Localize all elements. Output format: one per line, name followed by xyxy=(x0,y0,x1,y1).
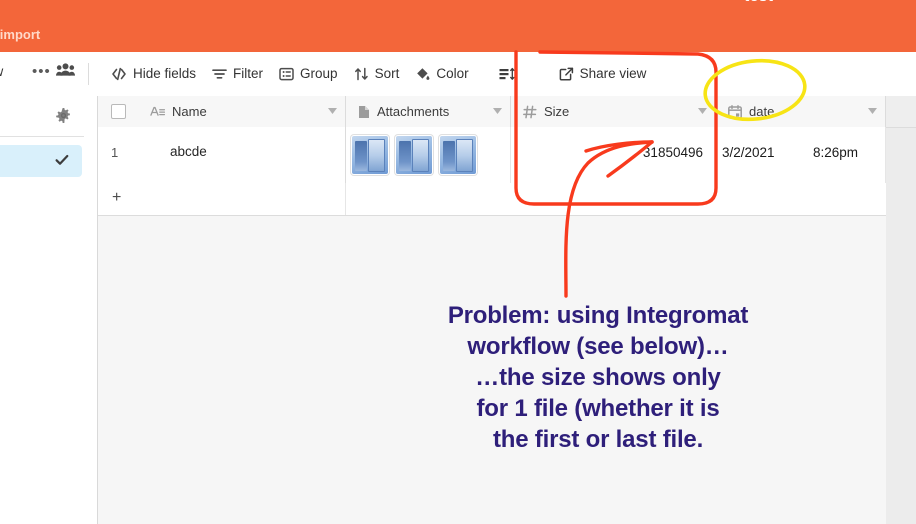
cell-size[interactable]: 31850496 xyxy=(511,127,716,183)
column-header-size-label: Size xyxy=(544,104,570,119)
toolbar-divider xyxy=(88,63,89,85)
column-header-attachments-label: Attachments xyxy=(377,104,450,119)
filter-icon xyxy=(212,67,227,81)
add-row-divider xyxy=(345,183,346,215)
annotation-line-3: …the size shows only xyxy=(475,364,721,391)
attachment-thumbnails xyxy=(351,135,477,175)
color-button[interactable]: Color xyxy=(407,63,476,85)
column-header-date[interactable]: date xyxy=(716,96,886,127)
row-height-icon xyxy=(499,67,515,81)
color-label: Color xyxy=(436,66,469,82)
sort-button[interactable]: Sort xyxy=(346,63,408,85)
hide-fields-label: Hide fields xyxy=(133,66,197,82)
annotation-line-2: workflow (see below)… xyxy=(467,333,729,360)
color-icon xyxy=(415,67,430,81)
app-header: test ld or import xyxy=(0,0,916,52)
filter-label: Filter xyxy=(233,66,264,82)
share-view-button[interactable]: Share view xyxy=(551,63,655,85)
cell-size-value: 31850496 xyxy=(642,145,703,160)
gear-icon[interactable] xyxy=(56,108,71,123)
screenshot-root: test ld or import ew ••• xyxy=(0,0,916,524)
attachment-thumbnail[interactable] xyxy=(395,135,433,175)
group-icon xyxy=(279,67,294,81)
column-header-attachments[interactable]: Attachments xyxy=(346,96,511,127)
collaborators-icon[interactable] xyxy=(56,62,75,77)
sidebar-divider xyxy=(0,136,84,137)
hide-fields-button[interactable]: Hide fields xyxy=(103,63,204,85)
column-header-date-label: date xyxy=(749,104,775,119)
column-header-size[interactable]: Size xyxy=(511,96,716,127)
grid-right-gutter xyxy=(886,96,916,524)
chevron-down-icon[interactable] xyxy=(698,108,707,114)
attachment-icon xyxy=(358,105,370,119)
annotation-line-1: Problem: using Integromat xyxy=(447,302,749,329)
cell-time-value: 8:26pm xyxy=(813,145,859,160)
table-row[interactable]: 1 abcde 31850496 3/2/2021 8:26pm xyxy=(98,127,886,184)
column-header-name-label: Name xyxy=(172,104,207,119)
sidebar-item-selected-view[interactable] xyxy=(0,145,82,177)
select-all-checkbox[interactable] xyxy=(110,104,126,119)
add-record-row[interactable]: + xyxy=(98,183,886,216)
select-all-cell[interactable] xyxy=(98,96,138,127)
grid-add-field-cell[interactable] xyxy=(886,96,916,128)
sort-label: Sort xyxy=(374,66,400,82)
row-number: 1 xyxy=(111,145,119,160)
group-button[interactable]: Group xyxy=(271,63,346,85)
chevron-down-icon[interactable] xyxy=(493,108,502,114)
annotation-text: Problem: using Integromat workflow (see … xyxy=(338,300,858,455)
column-header-name[interactable]: Name xyxy=(138,96,346,127)
sort-icon xyxy=(354,67,369,81)
check-icon xyxy=(55,153,69,167)
cell-name-value: abcde xyxy=(170,144,207,159)
annotation-line-5: the first or last file. xyxy=(492,426,704,453)
view-sidebar xyxy=(0,96,98,524)
cell-name[interactable]: 1 abcde xyxy=(98,127,346,183)
cell-attachments[interactable] xyxy=(346,127,511,183)
date-field-icon xyxy=(728,104,742,119)
row-height-button[interactable] xyxy=(491,63,529,85)
app-title: test xyxy=(744,0,773,6)
attachment-thumbnail[interactable] xyxy=(351,135,389,175)
view-name-label[interactable]: ew xyxy=(0,64,3,79)
view-toolbar: ew ••• Hide f xyxy=(0,52,916,97)
plus-icon[interactable]: + xyxy=(112,190,121,206)
group-label: Group xyxy=(300,66,338,82)
annotation-line-4: for 1 file (whether it is xyxy=(476,395,720,422)
hide-fields-icon xyxy=(111,67,127,81)
cell-date-value: 3/2/2021 xyxy=(722,145,775,160)
share-icon xyxy=(559,67,574,81)
text-field-icon xyxy=(150,105,165,118)
number-field-icon xyxy=(523,105,537,119)
filter-button[interactable]: Filter xyxy=(204,63,271,85)
share-view-label: Share view xyxy=(579,66,647,82)
cell-date[interactable]: 3/2/2021 8:26pm xyxy=(716,127,886,183)
chevron-down-icon[interactable] xyxy=(868,108,877,114)
view-more-button[interactable]: ••• xyxy=(32,63,51,80)
chevron-down-icon[interactable] xyxy=(328,108,337,114)
grid-header-row: Name Attachments Size date xyxy=(98,96,886,128)
add-or-import-button[interactable]: ld or import xyxy=(0,27,40,42)
attachment-thumbnail[interactable] xyxy=(439,135,477,175)
